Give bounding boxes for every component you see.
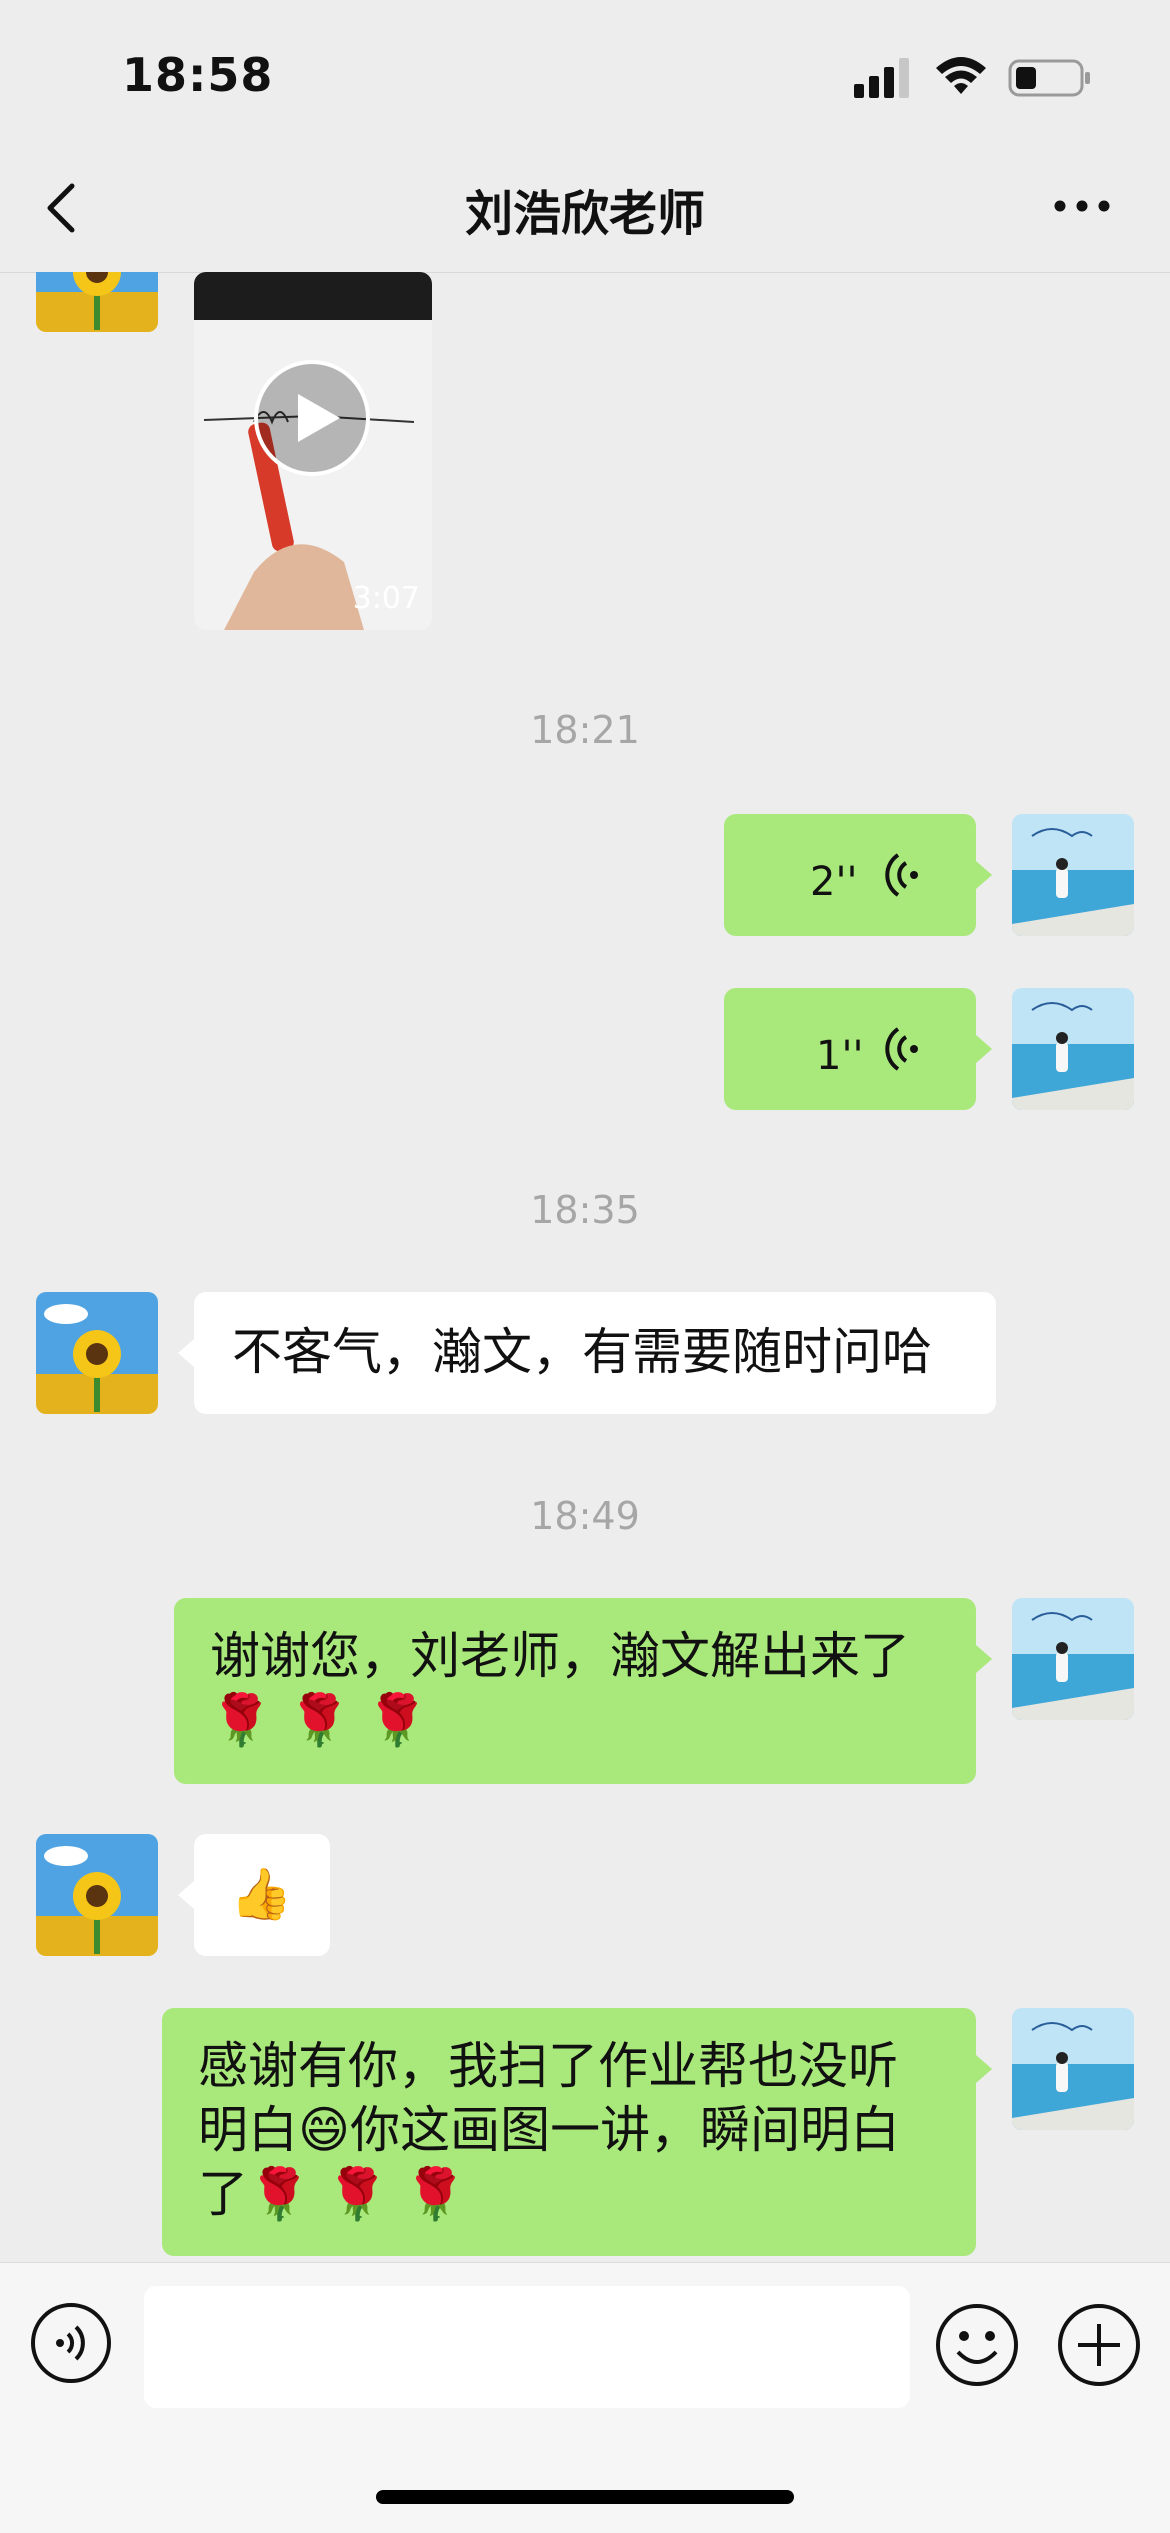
bubble-tail [178, 1881, 194, 1909]
battery-icon [1008, 59, 1090, 97]
video-message[interactable]: 3:07 [194, 272, 432, 630]
bubble-tail [976, 1645, 992, 1673]
voice-input-icon[interactable] [30, 2302, 112, 2384]
voice-message[interactable]: 1'' [724, 988, 976, 1110]
my-avatar[interactable] [1012, 2008, 1134, 2130]
voice-duration: 2'' [810, 859, 858, 905]
contact-avatar[interactable] [36, 272, 158, 332]
home-indicator [376, 2490, 794, 2504]
ocean-avatar-image [1012, 988, 1134, 1110]
timestamp: 18:49 [530, 1494, 640, 1538]
more-icon[interactable] [1052, 196, 1112, 216]
bubble-tail [976, 2055, 992, 2083]
sunflower-avatar-image [36, 1834, 158, 1956]
message-bubble[interactable]: 感谢有你，我扫了作业帮也没听 明白😄你这画图一讲，瞬间明白 了🌹 🌹 🌹 [162, 2008, 976, 2256]
message-text: 感谢有你，我扫了作业帮也没听 明白😄你这画图一讲，瞬间明白 了🌹 🌹 🌹 [198, 2037, 901, 2223]
my-avatar[interactable] [1012, 1598, 1134, 1720]
video-duration: 3:07 [352, 581, 420, 616]
bubble-tail [178, 1339, 194, 1367]
message-text: 谢谢您，刘老师，瀚文解出来了 🌹 🌹 🌹 [210, 1627, 910, 1749]
sunflower-avatar-image [36, 1292, 158, 1414]
my-avatar[interactable] [1012, 988, 1134, 1110]
my-avatar[interactable] [1012, 814, 1134, 936]
ocean-avatar-image [1012, 814, 1134, 936]
message-text: 不客气，瀚文，有需要随时问哈 [232, 1323, 932, 1381]
voice-duration: 1'' [816, 1033, 864, 1079]
bubble-tail [976, 861, 992, 889]
signal-icon [854, 58, 909, 98]
bubble-tail [976, 1035, 992, 1063]
plus-icon[interactable] [1056, 2302, 1142, 2388]
timestamp: 18:21 [530, 708, 640, 752]
ocean-avatar-image [1012, 1598, 1134, 1720]
thumbs-up-emoji: 👍 [230, 1865, 293, 1923]
emoji-icon[interactable] [934, 2302, 1020, 2388]
status-time: 18:58 [122, 48, 274, 102]
timestamp: 18:35 [530, 1188, 640, 1232]
message-bubble[interactable]: 谢谢您，刘老师，瀚文解出来了 🌹 🌹 🌹 [174, 1598, 976, 1784]
voice-wave-icon [885, 853, 918, 897]
ocean-avatar-image [1012, 2008, 1134, 2130]
sunflower-avatar-image [36, 272, 158, 332]
status-bar: 18:58 [0, 0, 1170, 150]
contact-avatar[interactable] [36, 1834, 158, 1956]
message-bubble[interactable]: 👍 [194, 1834, 330, 1956]
play-icon[interactable] [252, 358, 372, 478]
contact-avatar[interactable] [36, 1292, 158, 1414]
message-input[interactable] [144, 2286, 910, 2408]
voice-wave-icon [885, 1027, 918, 1071]
message-bubble[interactable]: 不客气，瀚文，有需要随时问哈 [194, 1292, 996, 1414]
chat-title: 刘浩欣老师 [464, 186, 705, 242]
voice-message[interactable]: 2'' [724, 814, 976, 936]
wifi-icon [936, 57, 986, 94]
